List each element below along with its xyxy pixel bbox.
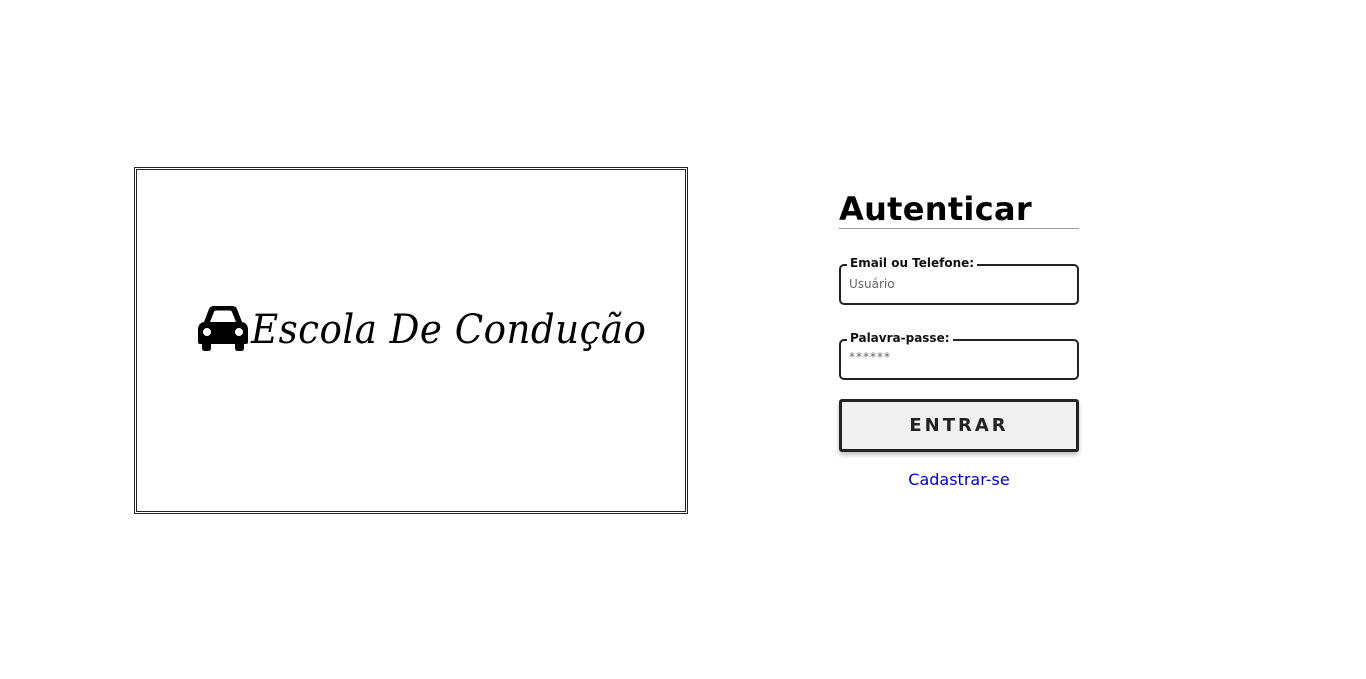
brand-logo: Escola De Condução: [197, 305, 676, 353]
register-link[interactable]: Cadastrar-se: [839, 470, 1079, 489]
login-form: Autenticar Email ou Telefone: Palavra-pa…: [839, 190, 1079, 489]
car-icon: [198, 306, 248, 351]
email-field: Email ou Telefone:: [839, 255, 1079, 305]
password-field-label: Palavra-passe:: [847, 330, 953, 346]
email-input[interactable]: [849, 274, 1069, 294]
login-page: Escola De Condução Autenticar Email ou T…: [0, 0, 1366, 679]
password-input[interactable]: [849, 347, 1069, 367]
login-button[interactable]: ENTRAR: [839, 399, 1079, 452]
brand-name: Escola De Condução: [251, 307, 647, 353]
email-field-label: Email ou Telefone:: [847, 255, 978, 271]
logo-panel: Escola De Condução: [134, 167, 688, 514]
form-title: Autenticar: [839, 190, 1079, 229]
password-field: Palavra-passe:: [839, 330, 1079, 380]
